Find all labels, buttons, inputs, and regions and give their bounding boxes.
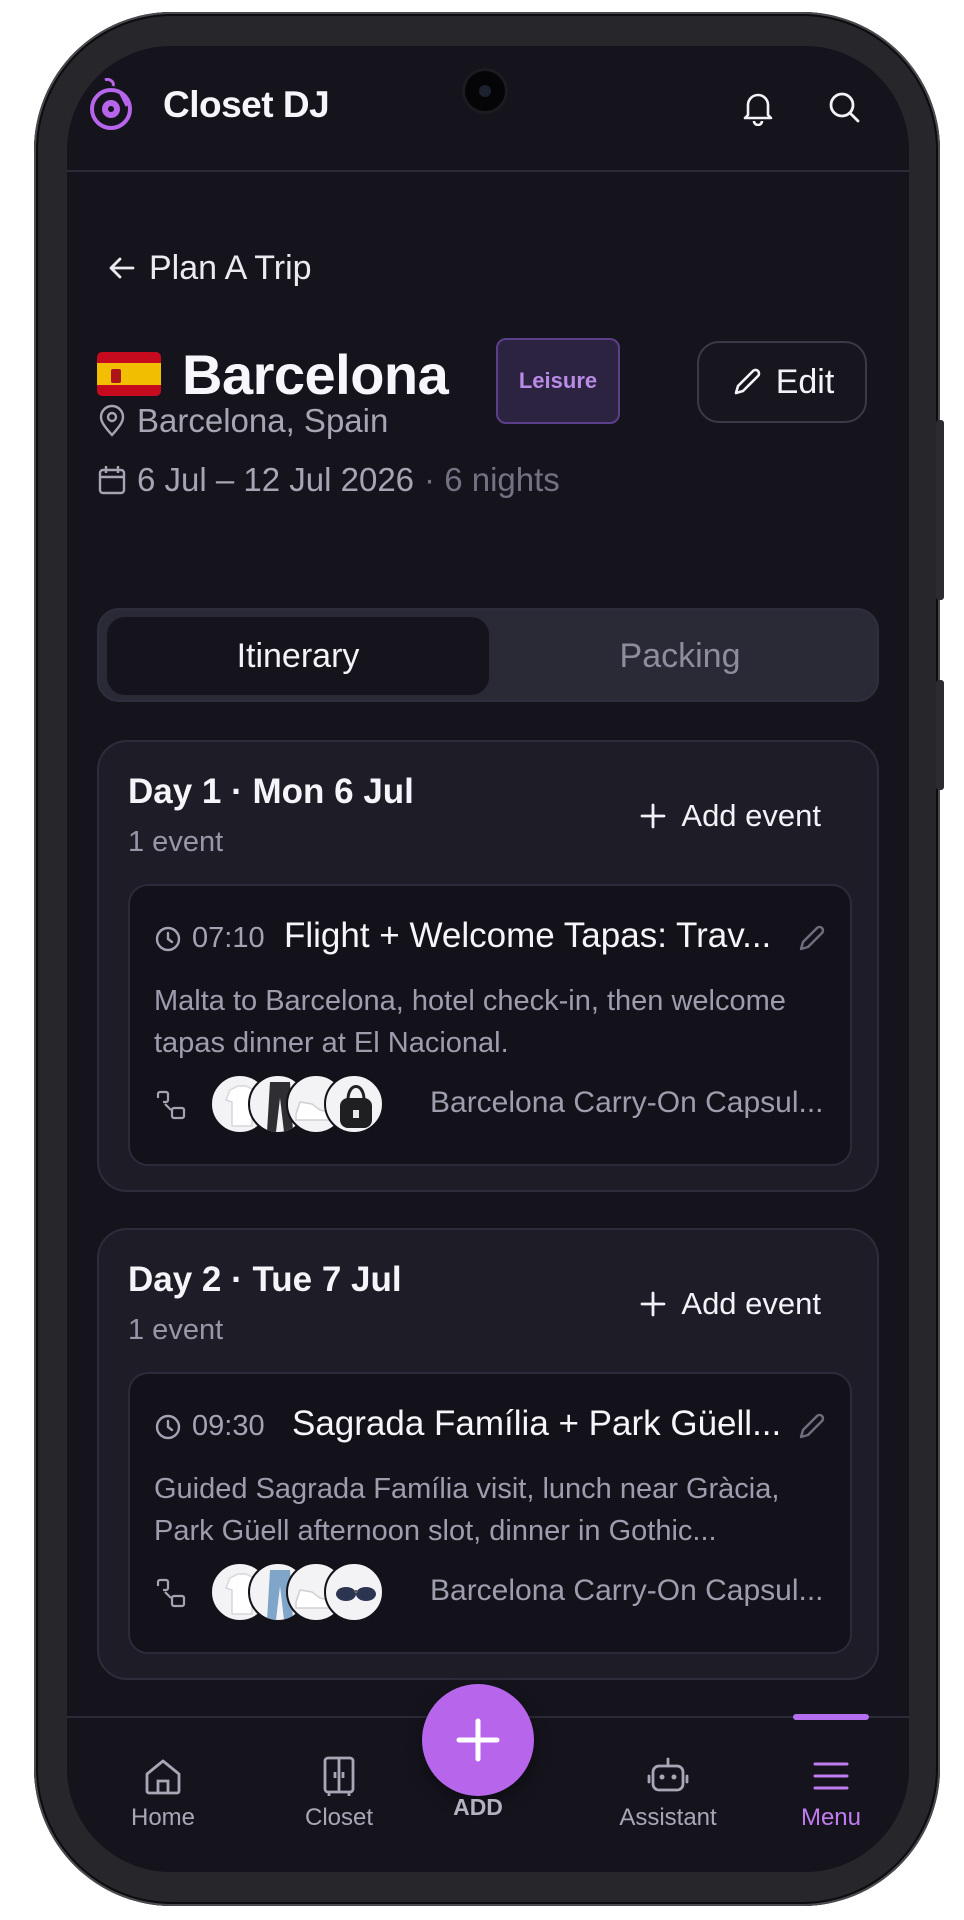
add-button[interactable]	[422, 1684, 534, 1796]
tab-packing[interactable]: Packing	[489, 617, 871, 695]
bell-icon[interactable]	[739, 88, 777, 126]
event-card[interactable]: 09:30 Sagrada Família + Park Güell... Gu…	[128, 1372, 852, 1654]
app-bar: Closet DJ	[67, 46, 909, 172]
edit-trip-button[interactable]: Edit	[697, 341, 867, 423]
nights-text: · 6 nights	[424, 461, 560, 498]
app-title: Closet DJ	[163, 84, 330, 125]
event-description: Guided Sagrada Família visit, lunch near…	[154, 1473, 780, 1547]
view-tabs: Itinerary Packing	[97, 608, 879, 702]
outfit-name: Barcelona Carry-On Capsul...	[430, 1086, 824, 1119]
nav-assistant-label: Assistant	[619, 1804, 717, 1831]
day-event-count: 1 event	[128, 826, 224, 858]
turntable-logo-icon	[90, 78, 132, 130]
pencil-icon	[734, 368, 761, 395]
power-button	[936, 680, 944, 790]
plus-icon	[456, 1718, 500, 1762]
trip-title: Barcelona	[182, 343, 449, 406]
event-card[interactable]: 07:10 Flight + Welcome Tapas: Trav... Ma…	[128, 884, 852, 1166]
event-title: Flight + Welcome Tapas: Trav...	[284, 916, 772, 955]
spain-flag-icon	[97, 352, 161, 396]
event-outfit[interactable]: Barcelona Carry-On Capsul...	[154, 1074, 834, 1138]
link-icon	[156, 1090, 186, 1120]
event-outfit[interactable]: Barcelona Carry-On Capsul...	[154, 1562, 834, 1626]
add-label: ADD	[453, 1794, 503, 1820]
calendar-icon	[98, 466, 126, 495]
pencil-icon[interactable]	[796, 1410, 828, 1442]
clock-icon	[155, 926, 181, 951]
add-event-button[interactable]: Add event	[639, 1286, 821, 1322]
plus-icon	[640, 1291, 666, 1317]
active-indicator	[793, 1714, 869, 1720]
map-pin-icon	[99, 404, 125, 437]
tab-itinerary[interactable]: Itinerary	[107, 617, 489, 695]
nav-home-label: Home	[130, 1804, 196, 1831]
outfit-name: Barcelona Carry-On Capsul...	[430, 1574, 824, 1607]
search-icon[interactable]	[825, 88, 863, 126]
add-event-label: Add event	[681, 798, 821, 833]
day-title: Day 2 · Tue 7 Jul	[128, 1260, 402, 1299]
location-text: Barcelona, Spain	[137, 402, 389, 439]
nav-menu-label: Menu	[800, 1804, 862, 1831]
trip-type-badge: Leisure	[496, 338, 620, 424]
day-event-count: 1 event	[128, 1314, 224, 1346]
sunglasses-thumbnail	[324, 1562, 384, 1622]
nav-assistant[interactable]: Assistant	[598, 1754, 738, 1832]
nav-home[interactable]: Home	[93, 1754, 233, 1832]
event-time: 09:30	[154, 1410, 265, 1443]
day-card: Day 1 · Mon 6 Jul 1 event Add event 07:1…	[97, 740, 879, 1192]
add-event-label: Add event	[681, 1286, 821, 1321]
edit-label: Edit	[775, 362, 835, 401]
add-event-button[interactable]: Add event	[639, 798, 821, 834]
clock-icon	[155, 1414, 181, 1439]
wardrobe-icon	[323, 1756, 355, 1796]
pencil-icon[interactable]	[796, 922, 828, 954]
day-card: Day 2 · Tue 7 Jul 1 event Add event 09:3…	[97, 1228, 879, 1680]
bag-thumbnail	[324, 1074, 384, 1134]
hamburger-menu-icon	[813, 1762, 849, 1790]
nav-closet[interactable]: Closet	[269, 1754, 409, 1832]
trip-location: Barcelona, Spain	[97, 402, 388, 440]
event-description: Malta to Barcelona, hotel check-in, then…	[154, 985, 786, 1059]
event-time: 07:10	[154, 922, 265, 955]
arrow-left-icon	[109, 257, 135, 279]
plus-icon	[640, 803, 666, 829]
robot-icon	[647, 1757, 689, 1792]
event-title: Sagrada Família + Park Güell...	[292, 1404, 782, 1443]
back-label: Plan A Trip	[149, 248, 312, 287]
link-icon	[156, 1578, 186, 1608]
app-screen: Closet DJ Plan A Trip Barcelona Leisure …	[67, 46, 909, 1872]
nav-menu[interactable]: Menu	[761, 1754, 901, 1832]
back-button[interactable]: Plan A Trip	[107, 246, 312, 290]
event-time-text: 07:10	[192, 922, 265, 954]
event-time-text: 09:30	[192, 1410, 265, 1442]
dates-text: 6 Jul – 12 Jul 2026	[137, 461, 415, 498]
nav-closet-label: Closet	[304, 1804, 374, 1831]
trip-dates: 6 Jul – 12 Jul 2026 · 6 nights	[97, 461, 560, 499]
volume-button	[936, 420, 944, 600]
day-title: Day 1 · Mon 6 Jul	[128, 772, 414, 811]
home-icon	[145, 1759, 181, 1795]
